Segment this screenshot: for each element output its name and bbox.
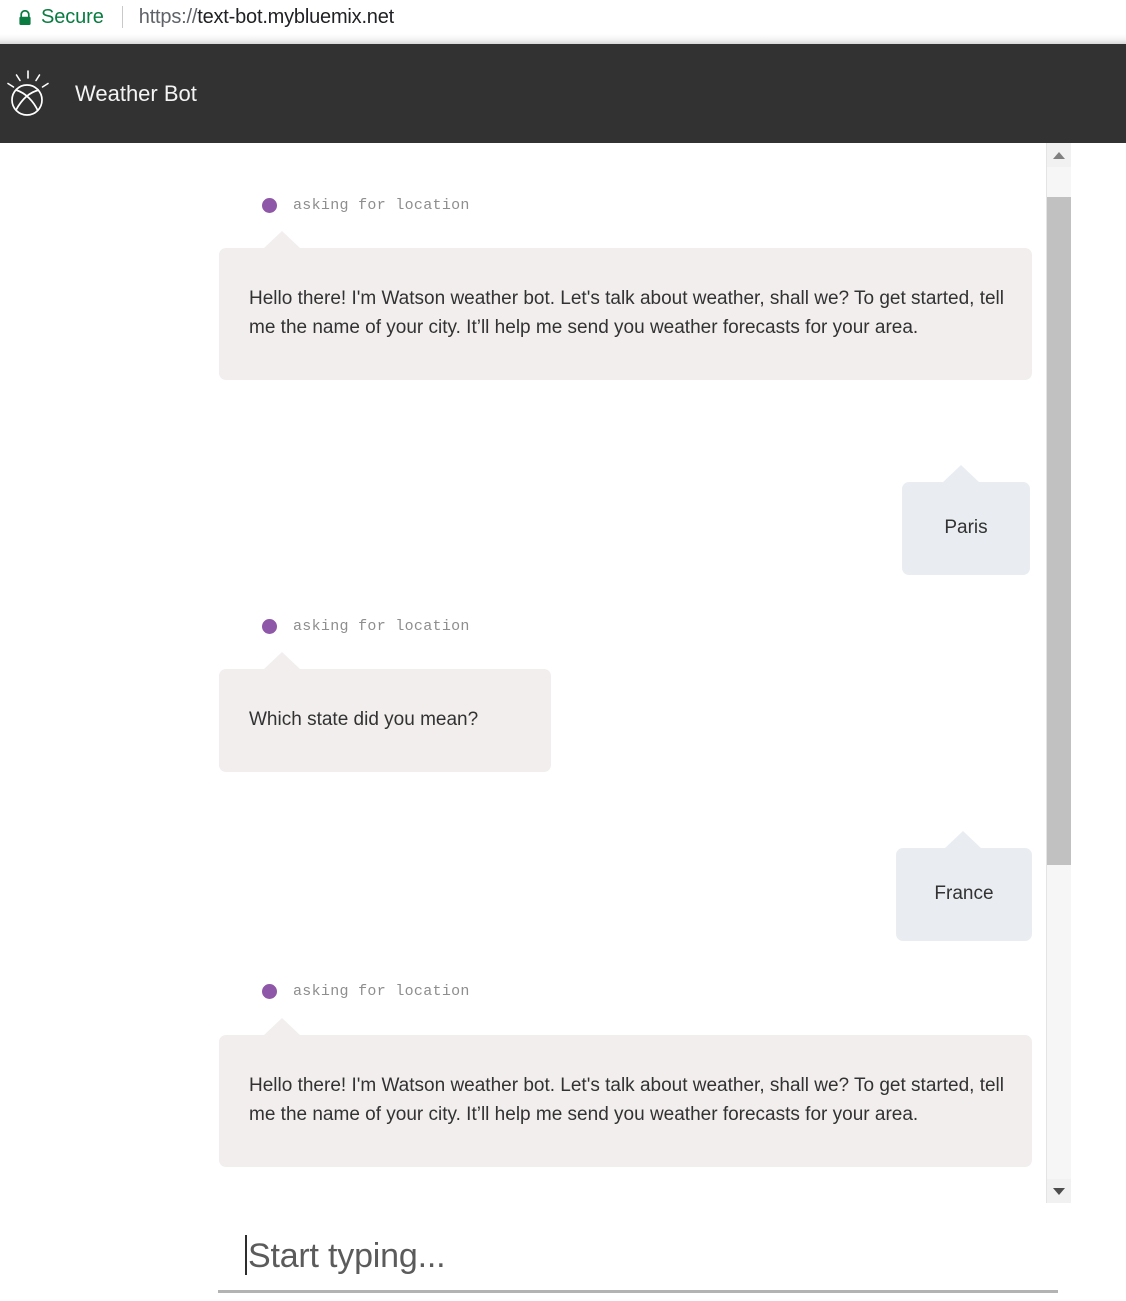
chat-bubble-user-2: France	[896, 848, 1032, 941]
user-message-text: Paris	[902, 482, 1030, 575]
chat-bubble-bot-2: Which state did you mean?	[219, 669, 551, 772]
bot-message-label-2: asking for location	[262, 616, 470, 636]
chat-bubble-bot-3: Hello there! I'm Watson weather bot. Let…	[219, 1035, 1032, 1167]
text-caret	[245, 1235, 247, 1275]
chat-message-list: asking for location Hello there! I'm Wat…	[0, 143, 1046, 1203]
bot-status-dot-icon	[262, 984, 277, 999]
bot-message-text: Hello there! I'm Watson weather bot. Let…	[219, 1035, 1032, 1167]
bot-label-text: asking for location	[293, 618, 470, 635]
bot-message-label-3: asking for location	[262, 981, 470, 1001]
scrollbar-down-button[interactable]	[1047, 1179, 1071, 1203]
bot-label-text: asking for location	[293, 983, 470, 1000]
message-input-field[interactable]: Start typing...	[218, 1221, 1058, 1293]
bot-message-text: Hello there! I'm Watson weather bot. Let…	[219, 248, 1032, 380]
app-header: Weather Bot	[0, 44, 1126, 143]
lock-icon	[18, 10, 32, 25]
url-scheme: https://	[139, 6, 197, 28]
chevron-up-icon	[1053, 152, 1065, 159]
page-title: Weather Bot	[75, 81, 197, 107]
browser-url-bar[interactable]: Secure https://text-bot.mybluemix.net	[0, 0, 1126, 34]
bot-status-dot-icon	[262, 619, 277, 634]
watson-logo-icon	[2, 69, 54, 121]
bot-message-label-1: asking for location	[262, 195, 470, 215]
urlbar-divider	[0, 34, 1126, 44]
bot-label-text: asking for location	[293, 197, 470, 214]
message-input-placeholder: Start typing...	[248, 1235, 445, 1277]
secure-label: Secure	[41, 6, 104, 29]
scrollbar-up-button[interactable]	[1047, 143, 1071, 167]
url-host: text-bot.mybluemix.net	[197, 6, 394, 28]
chat-message-bot-3: asking for location	[262, 981, 470, 1001]
scrollbar-thumb[interactable]	[1047, 197, 1071, 865]
url-divider	[122, 6, 123, 28]
chat-scrollbar[interactable]	[1046, 143, 1071, 1203]
chevron-down-icon	[1053, 1188, 1065, 1195]
message-input-area: Start typing...	[0, 1203, 1126, 1301]
chat-panel: asking for location Hello there! I'm Wat…	[0, 143, 1126, 1203]
url-text[interactable]: https://text-bot.mybluemix.net	[139, 6, 394, 29]
bot-message-text: Which state did you mean?	[219, 669, 551, 772]
chat-message-bot-2: asking for location	[262, 616, 470, 636]
chat-bubble-bot-1: Hello there! I'm Watson weather bot. Let…	[219, 248, 1032, 380]
user-message-text: France	[896, 848, 1032, 941]
bot-status-dot-icon	[262, 198, 277, 213]
chat-message-bot-1: asking for location	[262, 195, 470, 215]
chat-bubble-user-1: Paris	[902, 482, 1030, 575]
scrollbar-track[interactable]	[1047, 167, 1071, 1179]
